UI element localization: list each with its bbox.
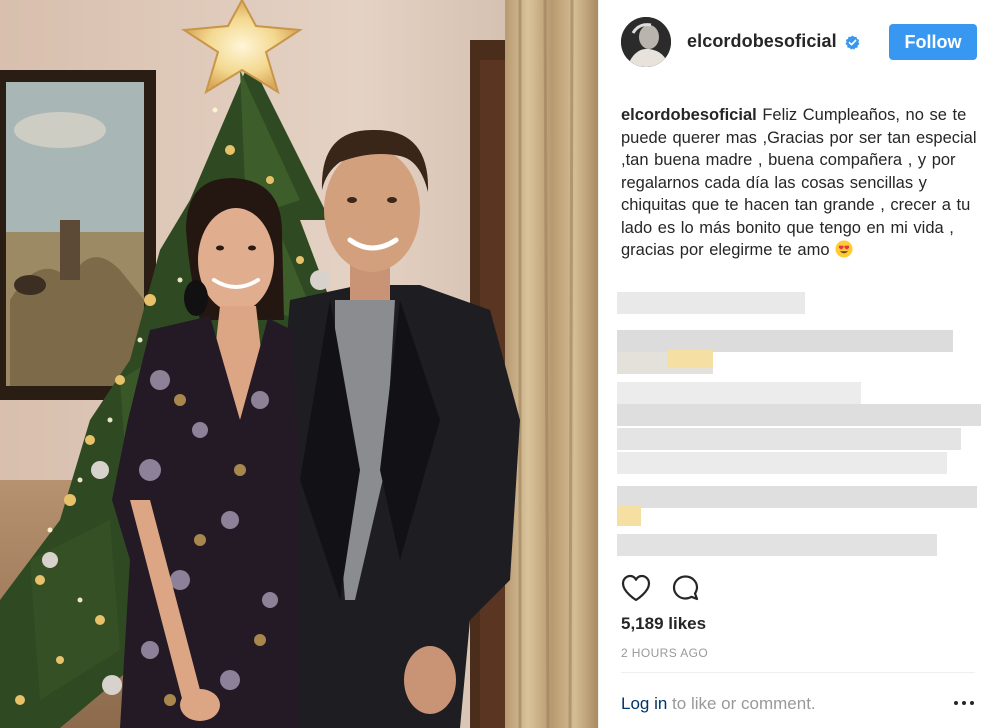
avatar[interactable] [621,17,671,67]
caption-username-link[interactable]: elcordobesoficial [621,106,757,124]
post-actions [621,572,741,606]
blurred-comment [617,330,953,352]
login-prompt-text: to like or comment. [667,694,816,713]
post-header: elcordobesoficial Follow [599,0,1000,84]
photo-illustration [0,0,598,728]
instagram-post: elcordobesoficial Follow elcordobesofici… [0,0,1000,728]
heart-outline-icon[interactable] [621,574,651,602]
caption-text: Feliz Cumpleaños, no se te puede querer … [621,106,977,259]
follow-button[interactable]: Follow [889,24,977,60]
blurred-emoji [617,506,641,526]
comment-bubble-icon[interactable] [671,574,701,604]
blurred-comment [617,534,937,556]
post-side-panel: elcordobesoficial Follow elcordobesofici… [598,0,1000,728]
divider [621,672,975,673]
blurred-comment [617,428,961,450]
blurred-comment [617,404,981,426]
blurred-comments [617,290,983,568]
blurred-comment [617,292,805,314]
login-link[interactable]: Log in [621,694,667,713]
likes-count[interactable]: 5,189 likes [621,614,706,634]
blurred-emoji [667,350,713,368]
blurred-comment [617,452,947,474]
post-timestamp[interactable]: 2 HOURS AGO [621,646,708,660]
blurred-comment [617,382,861,404]
login-prompt: Log in to like or comment. [621,694,816,714]
avatar-image [621,17,671,67]
verified-badge-icon [845,35,860,50]
three-dots-icon[interactable] [953,696,975,710]
post-caption: elcordobesoficial Feliz Cumpleaños, no s… [621,104,981,262]
smiling-face-with-heart-eyes-icon [835,240,853,258]
username-link[interactable]: elcordobesoficial [687,31,837,52]
blurred-comment [617,486,977,508]
post-photo[interactable] [0,0,598,728]
